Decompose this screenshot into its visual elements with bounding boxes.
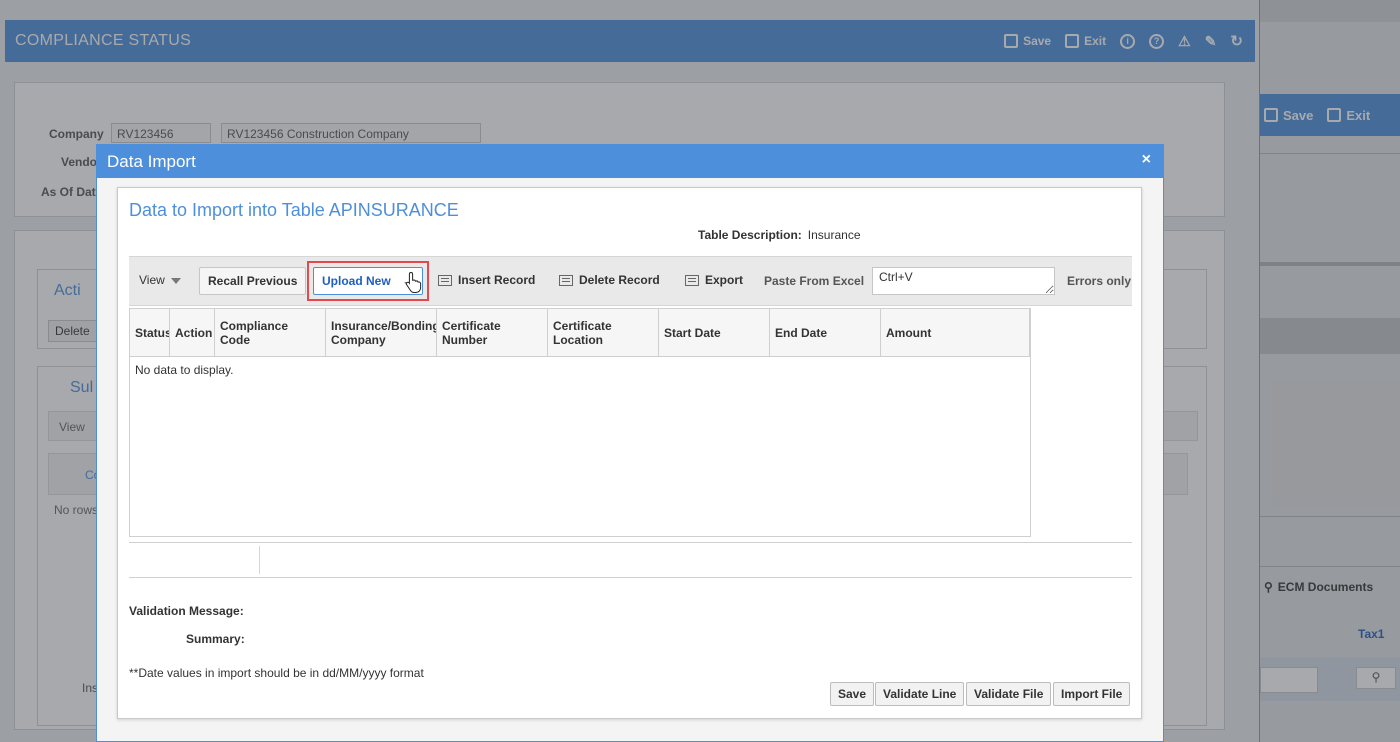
paste-from-excel-label: Paste From Excel (764, 274, 865, 288)
import-grid: Status Action Compliance Code Insurance/… (129, 308, 1031, 537)
grid-header: Status Action Compliance Code Insurance/… (130, 309, 1030, 357)
insert-record-label: Insert Record (458, 273, 536, 287)
delete-record-button[interactable]: Delete Record (559, 273, 660, 287)
import-toolbar: View Recall Previous Upload New Insert R… (129, 256, 1132, 306)
summary-label: Summary: (186, 632, 245, 646)
import-heading: Data to Import into Table APINSURANCE (129, 200, 459, 220)
validation-message-label: Validation Message: (129, 604, 244, 618)
table-description: Table Description: Insurance (698, 228, 861, 242)
data-import-dialog: Data Import × Data to Import into Table … (96, 144, 1164, 742)
export-label: Export (705, 273, 744, 287)
divider (259, 546, 260, 574)
insert-row-icon (438, 274, 452, 286)
chevron-down-icon (170, 278, 181, 284)
paste-from-excel-input[interactable]: Ctrl+V (872, 267, 1055, 295)
dialog-titlebar: Data Import × (97, 145, 1163, 178)
column-header-certificate-number[interactable]: Certificate Number (437, 309, 548, 356)
view-menu[interactable]: View (139, 273, 181, 287)
column-header-compliance-code[interactable]: Compliance Code (215, 309, 326, 356)
upload-new-label: Upload New (322, 274, 391, 288)
export-button[interactable]: Export (685, 273, 743, 287)
delete-row-icon (559, 274, 573, 286)
hand-cursor-icon (405, 271, 422, 293)
column-header-action[interactable]: Action (170, 309, 215, 356)
column-header-amount[interactable]: Amount (881, 309, 1030, 356)
column-header-insurance-company[interactable]: Insurance/Bonding Company (326, 309, 437, 356)
column-header-status[interactable]: Status (130, 309, 170, 356)
divider (129, 542, 1132, 543)
recall-previous-button[interactable]: Recall Previous (199, 267, 307, 295)
validate-line-button[interactable]: Validate Line (875, 682, 965, 706)
table-description-value: Insurance (807, 228, 861, 242)
view-menu-label: View (139, 273, 165, 287)
errors-only-toggle[interactable]: Errors only (1067, 274, 1131, 288)
dialog-body: Data to Import into Table APINSURANCE Ta… (117, 187, 1142, 719)
import-file-button[interactable]: Import File (1053, 682, 1131, 706)
validate-file-button[interactable]: Validate File (966, 682, 1052, 706)
grid-empty-message: No data to display. (135, 363, 234, 377)
column-header-end-date[interactable]: End Date (770, 309, 881, 356)
insert-record-button[interactable]: Insert Record (438, 273, 535, 287)
divider (129, 577, 1132, 578)
dialog-title: Data Import (107, 152, 196, 171)
table-description-label: Table Description: (698, 228, 802, 242)
close-icon[interactable]: × (1142, 151, 1151, 169)
column-header-start-date[interactable]: Start Date (659, 309, 770, 356)
date-format-note: **Date values in import should be in dd/… (129, 666, 424, 680)
delete-record-label: Delete Record (579, 273, 660, 287)
column-header-certificate-location[interactable]: Certificate Location (548, 309, 659, 356)
export-icon (685, 274, 699, 286)
save-button[interactable]: Save (830, 682, 875, 706)
